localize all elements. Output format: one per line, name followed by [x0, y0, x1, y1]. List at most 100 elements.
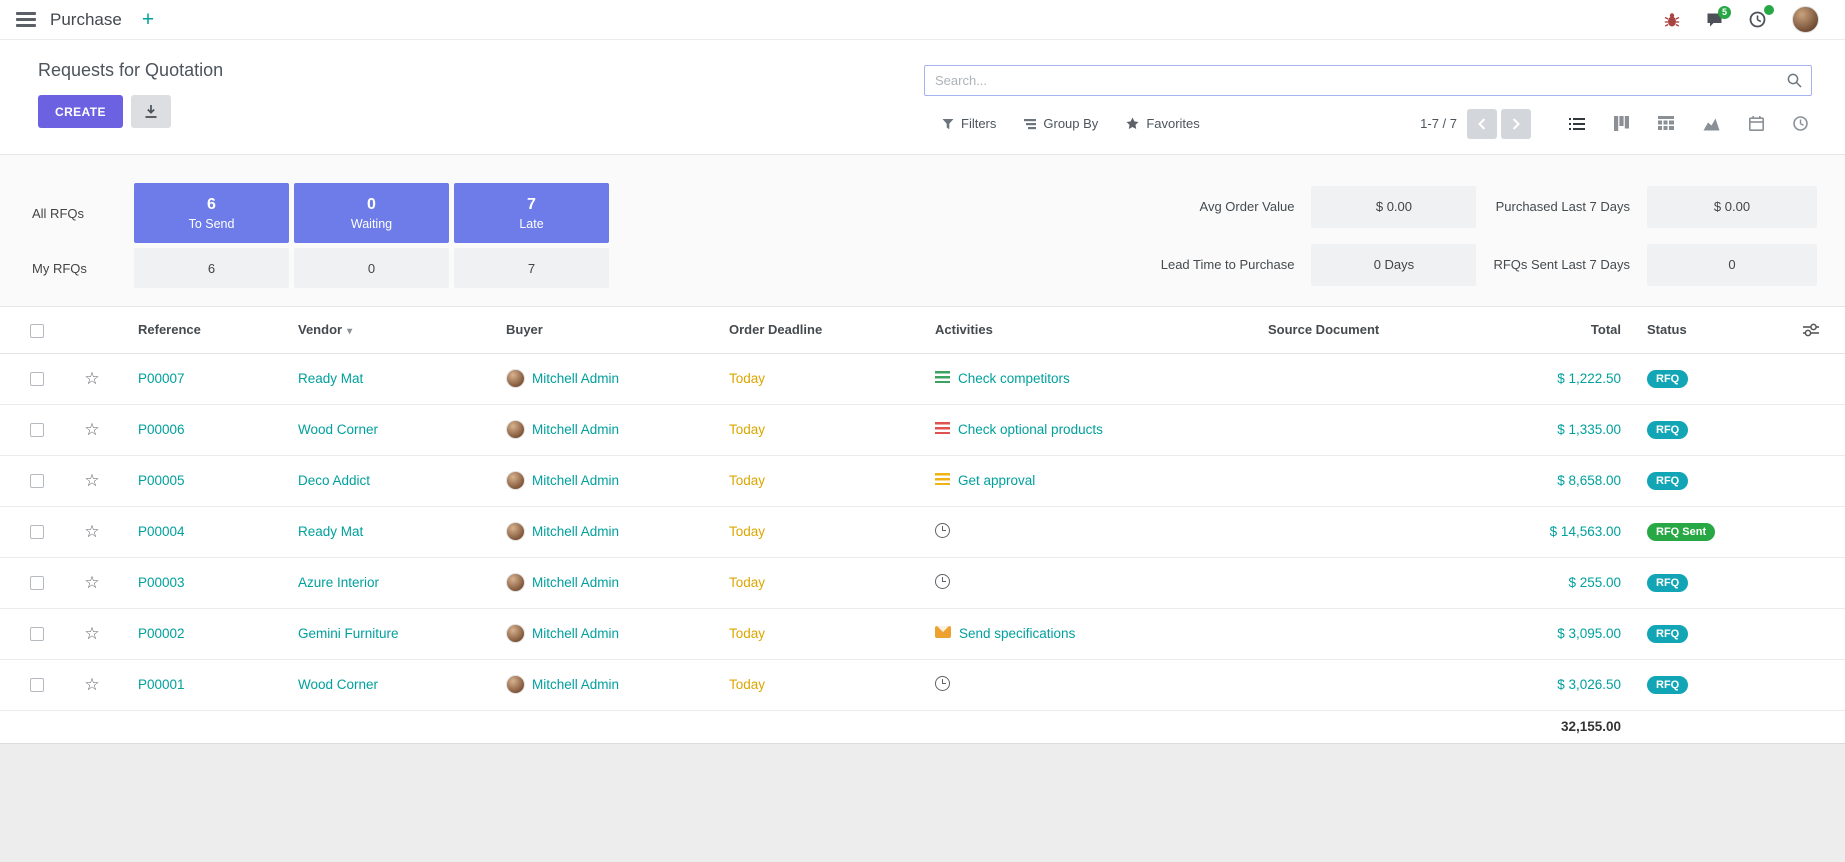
graph-view-icon[interactable]	[1703, 117, 1720, 131]
user-avatar[interactable]	[1792, 6, 1819, 33]
activity-link[interactable]: Check optional products	[958, 422, 1103, 437]
favorite-star-icon[interactable]: ☆	[84, 573, 99, 592]
favorite-star-icon[interactable]: ☆	[84, 369, 99, 388]
table-row[interactable]: ☆ P00005 Deco Addict Mitchell Admin Toda…	[0, 455, 1845, 506]
activity-link[interactable]: Send specifications	[959, 626, 1075, 641]
buyer-link[interactable]: Mitchell Admin	[532, 575, 619, 590]
tasks-red-icon[interactable]	[935, 422, 950, 437]
reference-link[interactable]: P00004	[138, 524, 185, 539]
search-input[interactable]	[924, 65, 1812, 96]
reference-link[interactable]: P00005	[138, 473, 185, 488]
control-panel-buttons: Filters Group By Fav	[924, 107, 1812, 140]
vendor-link[interactable]: Wood Corner	[298, 422, 378, 437]
table-row[interactable]: ☆ P00006 Wood Corner Mitchell Admin Toda…	[0, 404, 1845, 455]
column-header-source-document[interactable]: Source Document	[1252, 307, 1462, 353]
row-checkbox[interactable]	[30, 372, 44, 386]
plus-icon[interactable]: +	[142, 9, 154, 30]
tasks-green-icon[interactable]	[935, 371, 950, 386]
buyer-link[interactable]: Mitchell Admin	[532, 677, 619, 692]
messages-icon[interactable]: 5	[1706, 12, 1723, 28]
create-button[interactable]: CREATE	[38, 95, 123, 128]
clock-icon[interactable]	[935, 676, 950, 694]
reference-link[interactable]: P00003	[138, 575, 185, 590]
vendor-link[interactable]: Deco Addict	[298, 473, 370, 488]
avg-order-value[interactable]: $ 0.00	[1311, 186, 1476, 228]
reference-link[interactable]: P00001	[138, 677, 185, 692]
row-checkbox[interactable]	[30, 474, 44, 488]
column-header-order-deadline[interactable]: Order Deadline	[713, 307, 919, 353]
favorite-star-icon[interactable]: ☆	[84, 522, 99, 541]
buyer-link[interactable]: Mitchell Admin	[532, 524, 619, 539]
row-checkbox[interactable]	[30, 525, 44, 539]
kanban-view-icon[interactable]	[1614, 116, 1629, 131]
favorite-star-icon[interactable]: ☆	[84, 471, 99, 490]
tasks-yellow-icon[interactable]	[935, 473, 950, 488]
all-rfqs-label[interactable]: All RFQs	[32, 206, 129, 221]
column-header-activities[interactable]: Activities	[919, 307, 1252, 353]
search-icon[interactable]	[1787, 73, 1802, 88]
activities-clock-icon[interactable]	[1749, 11, 1766, 28]
vendor-link[interactable]: Gemini Furniture	[298, 626, 399, 641]
my-late[interactable]: 7	[454, 248, 609, 288]
column-header-status[interactable]: Status	[1637, 307, 1767, 353]
favorite-star-icon[interactable]: ☆	[84, 624, 99, 643]
row-checkbox[interactable]	[30, 576, 44, 590]
favorite-star-icon[interactable]: ☆	[84, 675, 99, 694]
table-row[interactable]: ☆ P00002 Gemini Furniture Mitchell Admin…	[0, 608, 1845, 659]
buyer-link[interactable]: Mitchell Admin	[532, 422, 619, 437]
clock-icon[interactable]	[935, 523, 950, 541]
kpi-waiting[interactable]: 0 Waiting	[294, 183, 449, 243]
pivot-view-icon[interactable]	[1658, 116, 1674, 131]
reference-link[interactable]: P00006	[138, 422, 185, 437]
buyer-link[interactable]: Mitchell Admin	[532, 473, 619, 488]
reference-link[interactable]: P00007	[138, 371, 185, 386]
dashboard-clock-view-icon[interactable]	[1793, 116, 1808, 131]
table-row[interactable]: ☆ P00007 Ready Mat Mitchell Admin Today …	[0, 353, 1845, 404]
group-by-button[interactable]: Group By	[1024, 116, 1098, 131]
pager-next-button[interactable]	[1501, 109, 1531, 139]
optional-columns-icon[interactable]	[1783, 323, 1845, 337]
column-header-buyer[interactable]: Buyer	[490, 307, 713, 353]
pager-previous-button[interactable]	[1467, 109, 1497, 139]
export-button[interactable]	[131, 95, 171, 128]
favorite-star-icon[interactable]: ☆	[84, 420, 99, 439]
column-header-reference[interactable]: Reference	[122, 307, 282, 353]
calendar-view-icon[interactable]	[1749, 116, 1764, 131]
apps-menu-icon[interactable]	[16, 12, 36, 27]
clock-icon[interactable]	[935, 574, 950, 592]
pager-value[interactable]: 1-7 / 7	[1420, 116, 1457, 131]
buyer-link[interactable]: Mitchell Admin	[532, 626, 619, 641]
my-rfqs-label[interactable]: My RFQs	[32, 261, 129, 276]
rfqs-sent-last-7-days[interactable]: 0	[1647, 244, 1817, 286]
row-checkbox[interactable]	[30, 678, 44, 692]
reference-link[interactable]: P00002	[138, 626, 185, 641]
kpi-to-send[interactable]: 6 To Send	[134, 183, 289, 243]
envelope-icon[interactable]	[935, 626, 951, 641]
list-view-icon[interactable]	[1569, 117, 1585, 131]
column-header-total[interactable]: Total	[1462, 307, 1637, 353]
vendor-link[interactable]: Ready Mat	[298, 524, 363, 539]
purchased-last-7-days[interactable]: $ 0.00	[1647, 186, 1817, 228]
lead-time-value[interactable]: 0 Days	[1311, 244, 1476, 286]
table-row[interactable]: ☆ P00003 Azure Interior Mitchell Admin T…	[0, 557, 1845, 608]
my-waiting[interactable]: 0	[294, 248, 449, 288]
vendor-link[interactable]: Ready Mat	[298, 371, 363, 386]
row-checkbox[interactable]	[30, 423, 44, 437]
my-to-send[interactable]: 6	[134, 248, 289, 288]
row-checkbox[interactable]	[30, 627, 44, 641]
select-all-checkbox[interactable]	[30, 324, 44, 338]
activity-link[interactable]: Get approval	[958, 473, 1035, 488]
favorites-button[interactable]: Favorites	[1126, 116, 1199, 131]
activity-link[interactable]: Check competitors	[958, 371, 1070, 386]
filters-button[interactable]: Filters	[942, 116, 996, 131]
kpi-late[interactable]: 7 Late	[454, 183, 609, 243]
column-header-vendor[interactable]: Vendor▾	[282, 307, 490, 353]
order-deadline: Today	[729, 422, 765, 437]
bug-icon[interactable]	[1664, 12, 1680, 28]
table-row[interactable]: ☆ P00001 Wood Corner Mitchell Admin Toda…	[0, 659, 1845, 710]
vendor-link[interactable]: Wood Corner	[298, 677, 378, 692]
table-row[interactable]: ☆ P00004 Ready Mat Mitchell Admin Today …	[0, 506, 1845, 557]
vendor-link[interactable]: Azure Interior	[298, 575, 379, 590]
app-name-menu[interactable]: Purchase	[50, 10, 122, 30]
buyer-link[interactable]: Mitchell Admin	[532, 371, 619, 386]
